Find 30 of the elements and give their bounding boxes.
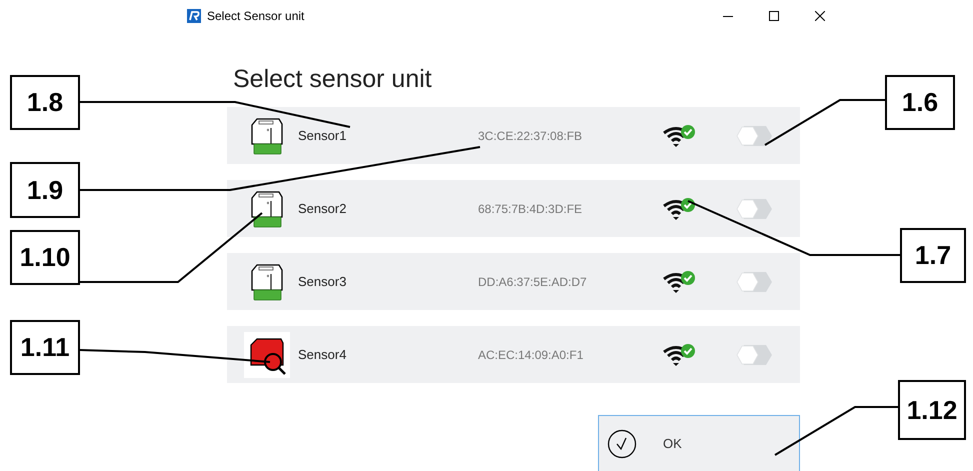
callout-label: 1.7 bbox=[900, 228, 966, 283]
check-circle-icon bbox=[607, 428, 637, 458]
sensor-name: Sensor4 bbox=[298, 346, 348, 364]
callout-label: 1.6 bbox=[885, 75, 955, 130]
hexagon-toggle[interactable] bbox=[736, 196, 774, 220]
hexagon-toggle[interactable] bbox=[736, 342, 774, 366]
sensor-row[interactable]: Sensor1 3C:CE:22:37:08:FB bbox=[227, 107, 800, 164]
callout-label: 1.11 bbox=[10, 320, 80, 375]
callout-label: 1.9 bbox=[10, 162, 80, 218]
mac-address: AC:EC:14:09:A0:F1 bbox=[478, 346, 584, 364]
dialog-heading: Select sensor unit bbox=[233, 64, 433, 94]
sensor-row[interactable]: Sensor3 DD:A6:37:5E:AD:D7 bbox=[227, 253, 800, 310]
close-icon bbox=[815, 11, 825, 21]
ok-button[interactable]: OK bbox=[598, 415, 800, 471]
sensor-row[interactable]: Sensor2 68:75:7B:4D:3D:FE bbox=[227, 180, 800, 237]
sensor-name: Sensor1 bbox=[298, 126, 348, 145]
sensor-name: Sensor3 bbox=[298, 272, 348, 291]
app-logo-icon bbox=[187, 9, 201, 23]
maximize-icon bbox=[769, 11, 779, 21]
callout-label: 1.12 bbox=[898, 380, 966, 440]
callout-label: 1.8 bbox=[10, 75, 80, 130]
mac-address: DD:A6:37:5E:AD:D7 bbox=[478, 274, 588, 290]
window-title: Select Sensor unit bbox=[207, 8, 304, 25]
hexagon-toggle[interactable] bbox=[736, 124, 774, 148]
sensor-row[interactable]: Sensor4 AC:EC:14:09:A0:F1 bbox=[227, 326, 800, 383]
mac-address: 68:75:7B:4D:3D:FE bbox=[478, 200, 584, 218]
hexagon-toggle[interactable] bbox=[736, 270, 774, 294]
mac-address: 3C:CE:22:37:08:FB bbox=[478, 128, 584, 144]
callout-label: 1.10 bbox=[10, 230, 80, 285]
sensor-name: Sensor2 bbox=[298, 200, 348, 218]
